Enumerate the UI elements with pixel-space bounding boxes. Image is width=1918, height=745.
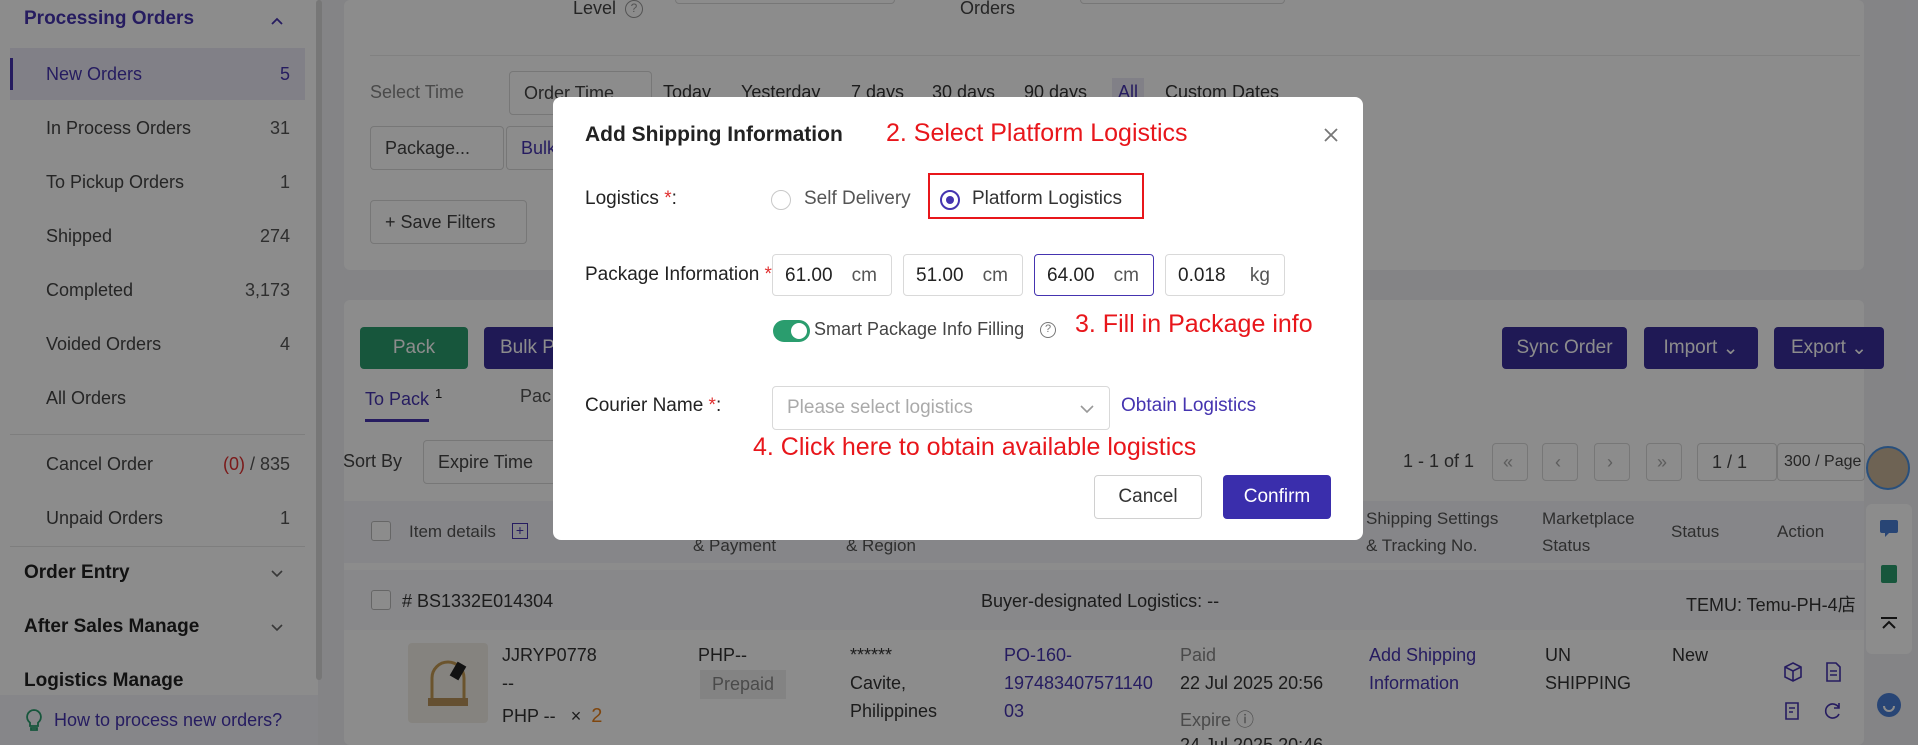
close-icon[interactable] [1321, 125, 1341, 145]
package-height-input[interactable]: 64.00 cm [1034, 254, 1154, 296]
smart-fill-toggle[interactable] [773, 320, 810, 342]
package-length-input[interactable]: 61.00 cm [772, 254, 892, 296]
courier-select[interactable]: Please select logistics [772, 386, 1110, 430]
annotation-step-3: 3. Fill in Package info [1075, 310, 1313, 338]
package-info-label: Package Information * [585, 264, 772, 285]
self-delivery-label[interactable]: Self Delivery [804, 188, 911, 210]
logistics-label: Logistics *: [585, 188, 677, 209]
annotation-step-2: 2. Select Platform Logistics [886, 119, 1188, 147]
smart-fill-label: Smart Package Info Filling [814, 319, 1025, 339]
modal-title: Add Shipping Information [585, 123, 843, 146]
confirm-button[interactable]: Confirm [1223, 475, 1331, 519]
platform-logistics-radio[interactable] [940, 190, 960, 210]
annotation-step-4: 4. Click here to obtain available logist… [753, 433, 1197, 461]
platform-logistics-label[interactable]: Platform Logistics [972, 188, 1122, 210]
add-shipping-modal: Add Shipping Information 2. Select Platf… [553, 97, 1363, 540]
obtain-logistics-link[interactable]: Obtain Logistics [1121, 395, 1256, 417]
courier-name-label: Courier Name *: [585, 395, 722, 416]
chevron-down-icon [1080, 405, 1094, 414]
package-width-input[interactable]: 51.00 cm [903, 254, 1023, 296]
help-icon[interactable]: ? [1040, 322, 1056, 338]
self-delivery-radio[interactable] [771, 190, 791, 210]
package-weight-input[interactable]: 0.018 kg [1165, 254, 1285, 296]
cancel-button[interactable]: Cancel [1094, 475, 1202, 519]
